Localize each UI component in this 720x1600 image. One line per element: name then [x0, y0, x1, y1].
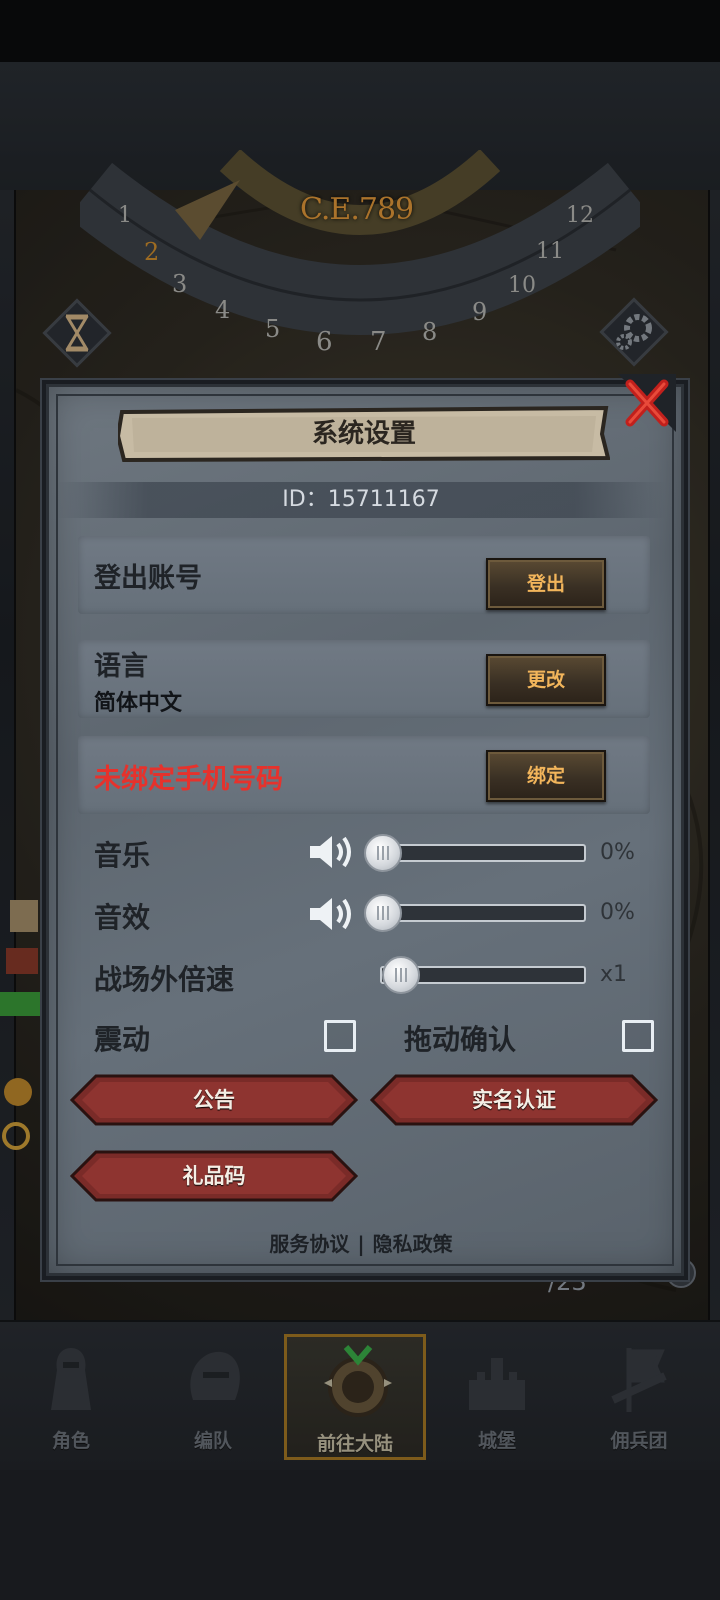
speed-label: 战场外倍速: [94, 963, 235, 996]
gift-code-button-label: 礼品码: [182, 1164, 246, 1188]
logout-label: 登出账号: [94, 563, 202, 594]
drag-confirm-checkbox[interactable]: [622, 1020, 654, 1052]
speed-value: x1: [600, 962, 628, 987]
close-icon[interactable]: [618, 374, 676, 432]
sfx-slider-track[interactable]: [380, 904, 586, 922]
change-language-button[interactable]: 更改: [486, 654, 606, 706]
music-value: 0%: [600, 840, 635, 865]
dialog-title: 系统设置: [311, 419, 416, 449]
notice-button-label: 公告: [193, 1088, 235, 1112]
phone-status-label: 未绑定手机号码: [94, 764, 283, 795]
notice-button[interactable]: 公告: [70, 1074, 358, 1126]
music-slider-knob[interactable]: [364, 834, 402, 872]
gift-code-button[interactable]: 礼品码: [70, 1150, 358, 1202]
speaker-icon[interactable]: [308, 894, 354, 934]
music-label: 音乐: [94, 839, 151, 872]
language-label: 语言: [94, 651, 148, 682]
drag-confirm-label: 拖动确认: [404, 1023, 517, 1056]
music-slider-track[interactable]: [380, 844, 586, 862]
footer-separator: |: [357, 1232, 365, 1256]
realname-button[interactable]: 实名认证: [370, 1074, 658, 1126]
player-id: ID：15711167: [282, 487, 440, 512]
service-agreement-link[interactable]: 服务协议: [269, 1232, 349, 1256]
vibration-checkbox[interactable]: [324, 1020, 356, 1052]
realname-button-label: 实名认证: [472, 1088, 556, 1112]
vibration-label: 震动: [94, 1023, 151, 1056]
sfx-label: 音效: [94, 901, 151, 934]
privacy-policy-link[interactable]: 隐私政策: [373, 1232, 453, 1256]
sfx-slider-knob[interactable]: [364, 894, 402, 932]
screen: C.E.789 1 2 3 4 5 6 7 8 9 10 11 12 /23 角…: [0, 0, 720, 1600]
dialog-inner-border: [56, 394, 674, 1266]
language-value: 简体中文: [94, 691, 183, 716]
logout-button[interactable]: 登出: [486, 558, 606, 610]
footer-links: 服务协议 | 隐私政策: [42, 1228, 680, 1257]
sfx-value: 0%: [600, 900, 635, 925]
speaker-icon[interactable]: [308, 832, 354, 872]
bind-phone-button[interactable]: 绑定: [486, 750, 606, 802]
speed-slider-knob[interactable]: [382, 956, 420, 994]
